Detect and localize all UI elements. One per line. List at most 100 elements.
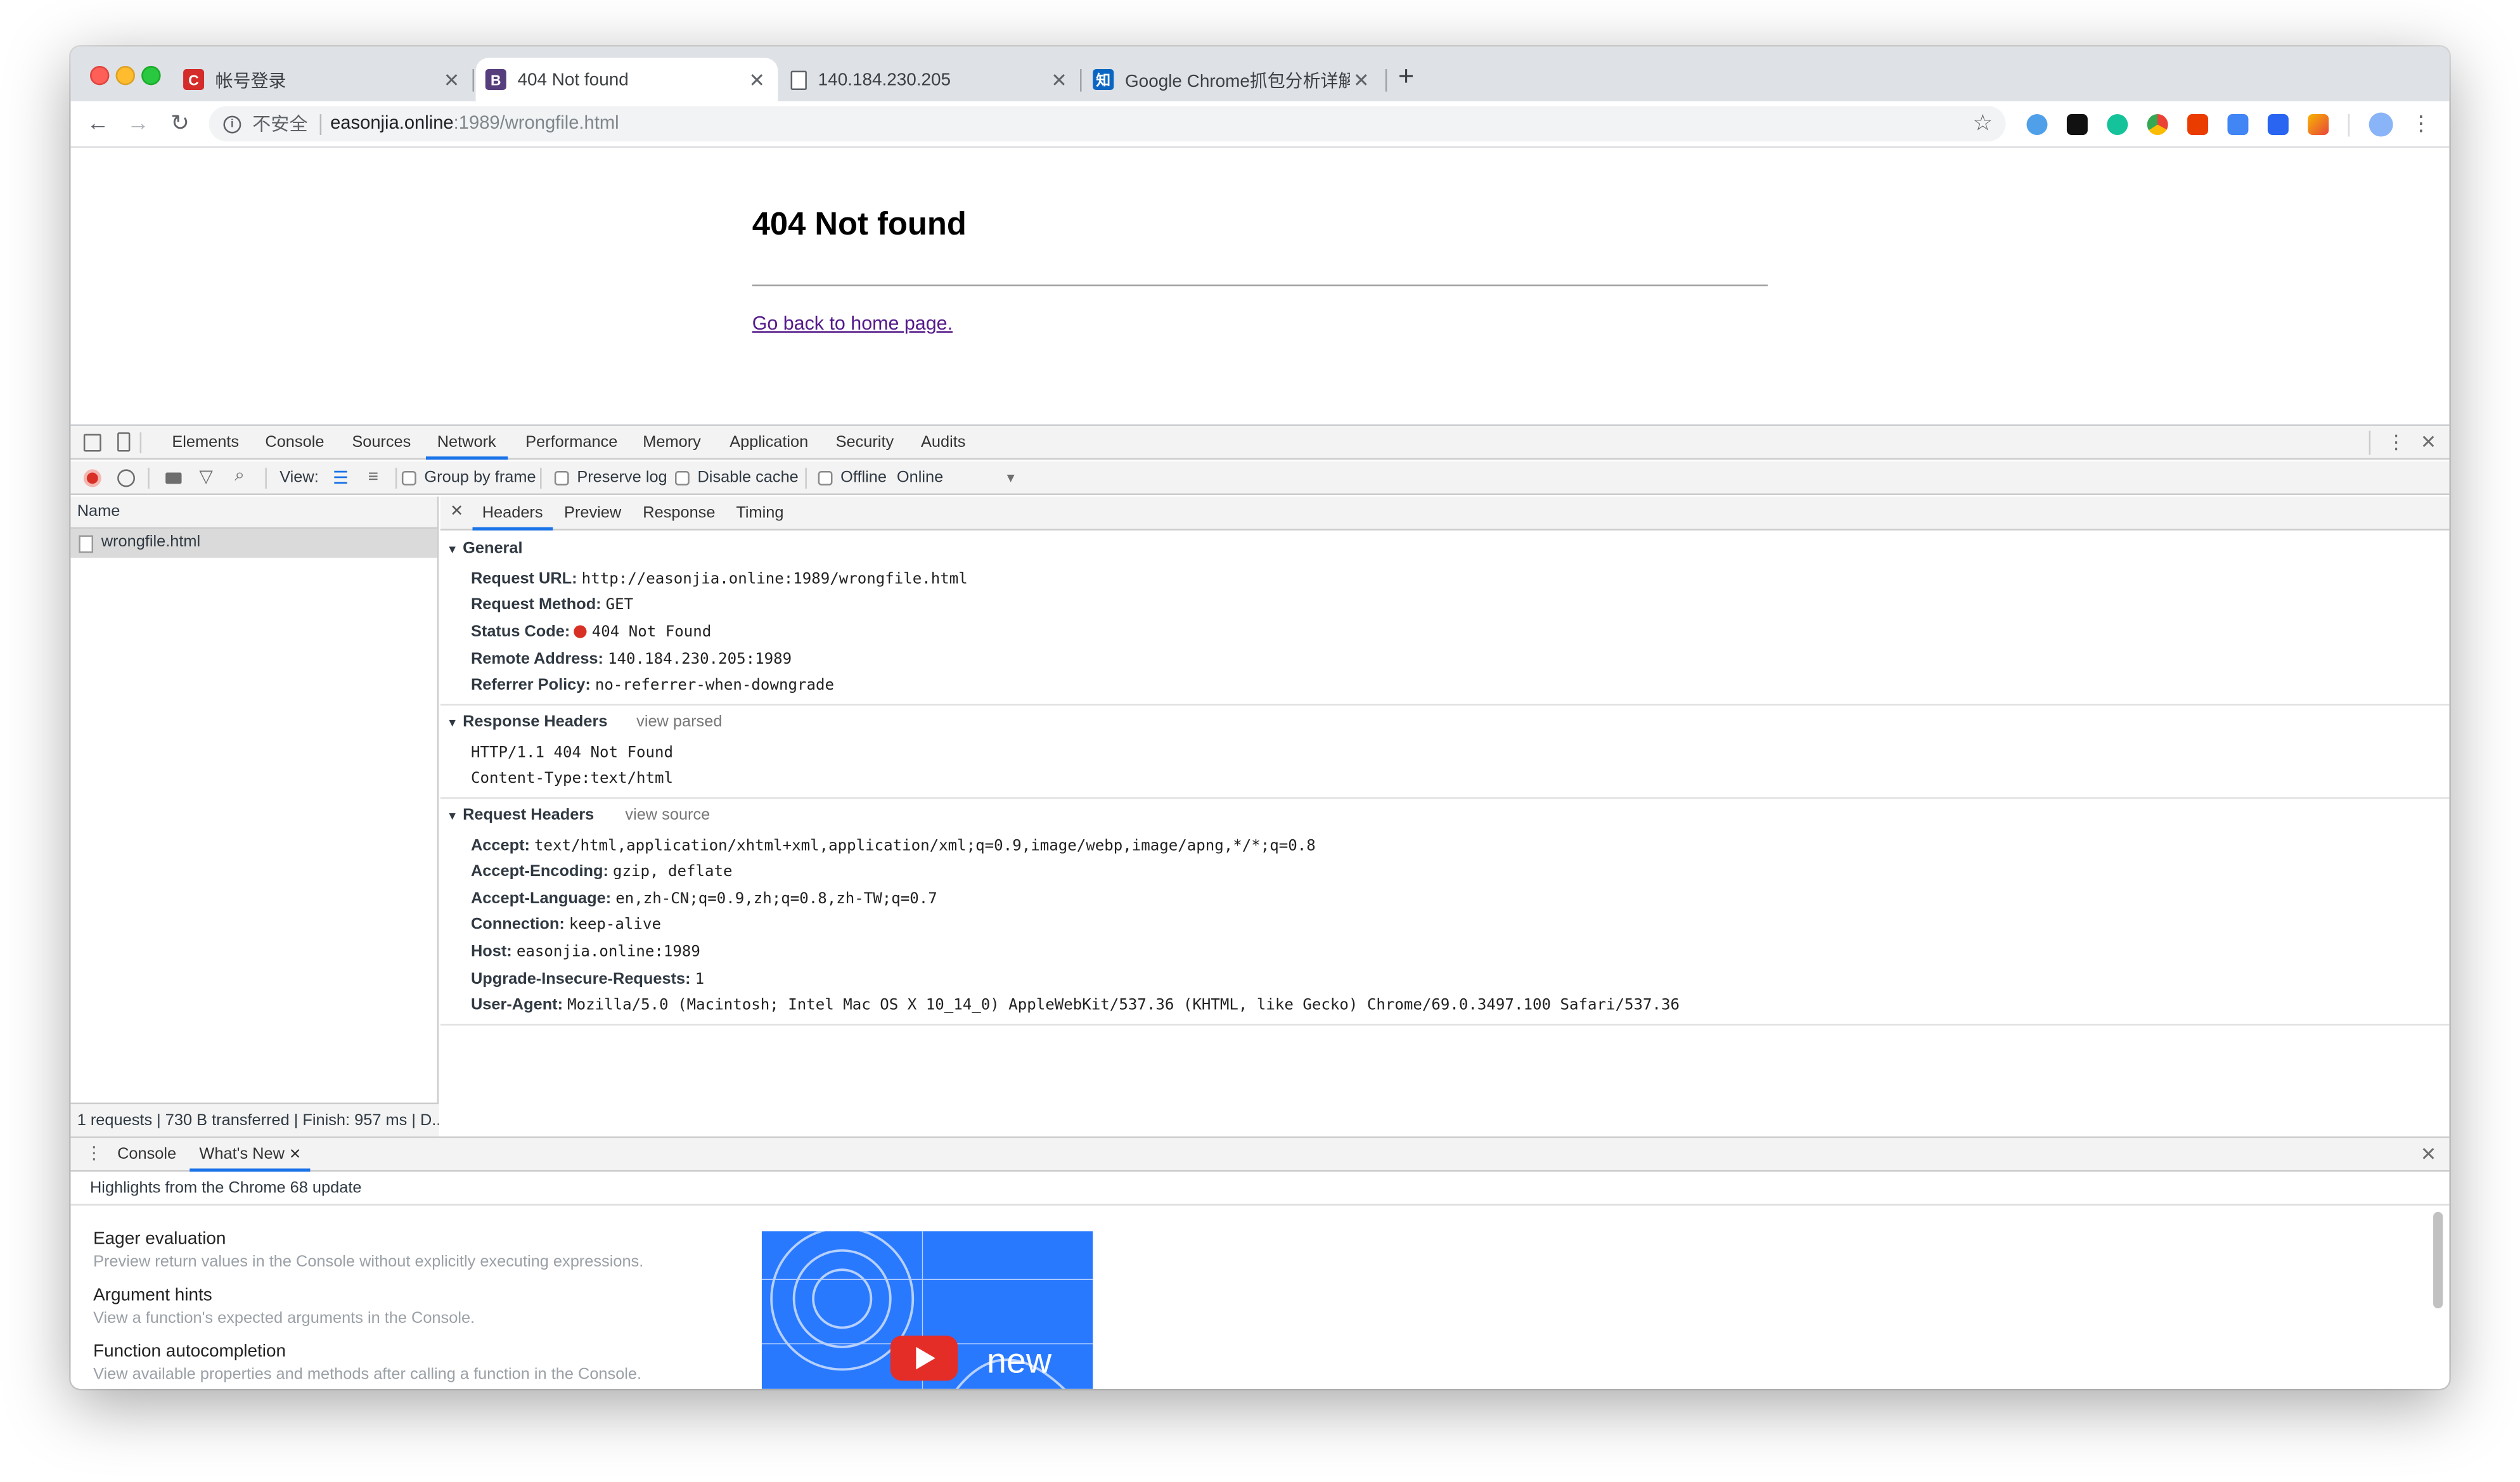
tab-performance[interactable]: Performance	[525, 426, 617, 460]
bootstrap-favicon-icon: B	[485, 69, 506, 90]
extension-office-icon[interactable]	[2187, 114, 2209, 135]
home-page-link[interactable]: Go back to home page.	[752, 312, 953, 334]
drawer-tab-bar: ⋮ Console What's New ✕ ✕	[70, 1138, 2450, 1172]
waterfall-icon[interactable]: ≡	[368, 468, 378, 487]
header-accept-encoding-row: Accept-Encoding: gzip, deflate	[470, 863, 733, 881]
group-by-frame-checkbox[interactable]: Group by frame	[401, 469, 536, 487]
url-path: :1989/wrongfile.html	[453, 114, 619, 134]
large-rows-icon[interactable]: ☰	[333, 468, 349, 488]
offline-checkbox[interactable]: Offline	[818, 469, 887, 487]
extension-chrome-icon[interactable]	[2147, 114, 2168, 135]
svg-text:new: new	[987, 1341, 1052, 1380]
close-window-button[interactable]	[89, 65, 110, 86]
close-icon[interactable]: ✕	[1048, 68, 1070, 91]
close-devtools-icon[interactable]: ✕	[2420, 431, 2437, 453]
security-label[interactable]: 不安全	[252, 111, 307, 137]
tab-application[interactable]: Application	[730, 426, 808, 460]
profile-avatar-icon[interactable]	[2369, 112, 2393, 137]
close-icon[interactable]: ✕	[440, 68, 463, 91]
browser-menu-icon[interactable]: ⋮	[2411, 111, 2432, 137]
page-heading: 404 Not found	[752, 207, 967, 243]
request-method-row: Request Method: GET	[470, 596, 634, 614]
inspect-element-icon[interactable]	[83, 434, 101, 452]
address-bar[interactable]: i 不安全 easonjia.online :1989/wrongfile.ht…	[209, 106, 2006, 142]
device-toolbar-icon[interactable]	[117, 432, 131, 452]
general-section-header[interactable]: ▼ General	[447, 540, 523, 558]
tab-network[interactable]: Network	[425, 426, 508, 460]
tab-account-login[interactable]: C 帐号登录 ✕	[174, 58, 473, 101]
tab-sources[interactable]: Sources	[352, 426, 411, 460]
search-icon[interactable]: ⌕	[235, 466, 245, 487]
drawer-tab-whats-new[interactable]: What's New ✕	[190, 1138, 311, 1172]
response-headers-section-header[interactable]: ▼ Response Headers	[447, 714, 608, 731]
throttle-select[interactable]: Online ▼	[897, 469, 1017, 487]
forward-arrow-icon[interactable]: →	[124, 109, 153, 135]
feature-title[interactable]: Function autocompletion	[93, 1342, 286, 1361]
request-url-row: Request URL: http://easonjia.online:1989…	[470, 570, 968, 589]
request-headers-section-header[interactable]: ▼ Request Headers	[447, 807, 594, 825]
whats-new-video-thumbnail[interactable]: new	[761, 1231, 1093, 1389]
tab-title: 140.184.230.205	[818, 70, 951, 89]
clear-icon[interactable]	[117, 469, 135, 487]
header-accept-row: Accept: text/html,application/xhtml+xml,…	[470, 837, 1316, 855]
whats-new-subtitle: Highlights from the Chrome 68 update	[70, 1172, 2450, 1206]
view-source-toggle[interactable]: view source	[625, 807, 710, 825]
view-parsed-toggle[interactable]: view parsed	[636, 714, 722, 731]
reload-icon[interactable]: ↻	[165, 109, 195, 136]
filter-icon[interactable]: ▽	[199, 466, 212, 487]
bookmark-star-icon[interactable]: ☆	[1972, 109, 1993, 136]
extension-css-icon[interactable]	[2267, 114, 2289, 135]
triangle-down-icon: ▼	[446, 718, 458, 730]
drawer-tab-console[interactable]: Console	[117, 1138, 176, 1171]
drawer-scrollbar[interactable]	[2433, 1211, 2443, 1309]
tab-timing[interactable]: Timing	[736, 497, 783, 531]
extension-translate-icon[interactable]	[2227, 114, 2249, 135]
tab-title: 帐号登录	[215, 71, 286, 91]
web-page: 404 Not found Go back to home page.	[70, 148, 2450, 425]
tab-ip-address[interactable]: 140.184.230.205 ✕	[781, 58, 1080, 101]
disable-cache-checkbox[interactable]: Disable cache	[674, 469, 799, 487]
triangle-down-icon: ▼	[446, 811, 458, 823]
new-tab-button[interactable]: +	[1398, 61, 1414, 93]
tab-security[interactable]: Security	[836, 426, 894, 460]
feature-title[interactable]: Eager evaluation	[93, 1230, 226, 1249]
tab-title: 404 Not found	[517, 70, 629, 89]
header-connection-row: Connection: keep-alive	[470, 916, 661, 934]
close-icon[interactable]: ✕	[1350, 68, 1372, 91]
zoom-window-button[interactable]	[141, 65, 161, 86]
preserve-log-checkbox[interactable]: Preserve log	[554, 469, 667, 487]
extension-grammarly-icon[interactable]	[2107, 114, 2128, 135]
record-icon[interactable]	[83, 469, 101, 487]
tab-elements[interactable]: Elements	[172, 426, 239, 460]
tab-headers[interactable]: Headers	[472, 497, 553, 531]
tab-404-not-found[interactable]: B 404 Not found ✕	[475, 58, 778, 101]
tab-title: Google Chrome抓包分析详解	[1124, 71, 1350, 91]
tab-memory[interactable]: Memory	[643, 426, 701, 460]
request-row[interactable]: wrongfile.html	[70, 529, 437, 558]
tab-chrome-capture[interactable]: 知 Google Chrome抓包分析详解 ✕	[1083, 58, 1382, 101]
extension-jetbrains-icon[interactable]	[2066, 114, 2088, 135]
devtools-menu-icon[interactable]: ⋮	[2387, 431, 2406, 453]
tab-response[interactable]: Response	[643, 497, 715, 531]
tab-console[interactable]: Console	[265, 426, 324, 460]
name-column-header[interactable]: Name	[70, 496, 437, 529]
info-icon[interactable]: i	[223, 115, 241, 133]
camera-icon[interactable]	[165, 472, 182, 484]
document-icon	[79, 534, 94, 553]
extension-paint-icon[interactable]	[2308, 114, 2329, 135]
feature-title[interactable]: Argument hints	[93, 1286, 212, 1305]
drawer-menu-icon[interactable]: ⋮	[85, 1143, 103, 1163]
minimize-window-button[interactable]	[115, 65, 135, 86]
close-icon[interactable]: ✕	[746, 68, 768, 91]
tab-preview[interactable]: Preview	[564, 497, 621, 531]
referrer-policy-row: Referrer Policy: no-referrer-when-downgr…	[470, 676, 834, 695]
detail-tab-bar: ✕ Headers Preview Response Timing	[440, 496, 2450, 531]
close-drawer-icon[interactable]: ✕	[2420, 1143, 2437, 1165]
extension-compass-icon[interactable]	[2026, 114, 2048, 135]
tab-audits[interactable]: Audits	[921, 426, 965, 460]
remote-address-row: Remote Address: 140.184.230.205:1989	[470, 650, 792, 669]
back-arrow-icon[interactable]: ←	[84, 109, 113, 135]
network-toolbar: ▽ ⌕ View: ☰ ≡ Group by frame Preserve lo…	[70, 461, 2450, 495]
close-detail-icon[interactable]: ✕	[450, 503, 463, 521]
status-error-icon	[574, 625, 588, 638]
